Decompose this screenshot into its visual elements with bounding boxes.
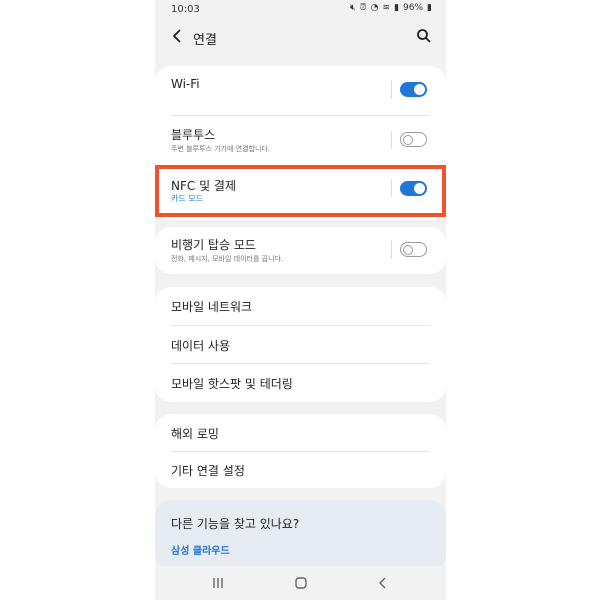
- bluetooth-row[interactable]: 블루투스 주변 블루투스 기기에 연결합니다.: [155, 116, 446, 166]
- network-card: 모바일 네트워크 데이터 사용 모바일 핫스팟 및 테더링: [155, 287, 446, 402]
- status-icons: 🔇︎ ⏰︎ ◔ ≋ ▮ 96% ▮: [350, 3, 432, 13]
- wifi-row[interactable]: Wi-Fi: [155, 66, 446, 114]
- airplane-description: 전화, 메시지, 모바일 데이터를 끕니다.: [171, 255, 284, 263]
- mute-icon: 🔇︎: [349, 3, 356, 13]
- bluetooth-description: 주변 블루투스 기기에 연결합니다.: [171, 145, 271, 153]
- toggle-knob: [403, 134, 413, 145]
- samsung-cloud-link[interactable]: 삼성 클라우드: [171, 542, 230, 557]
- airplane-label: 비행기 탑승 모드: [171, 238, 256, 252]
- search-icon[interactable]: [416, 28, 432, 44]
- divider: [391, 179, 392, 197]
- airplane-card: 비행기 탑승 모드 전화, 메시지, 모바일 데이터를 끕니다.: [155, 227, 446, 274]
- data-usage-label: 데이터 사용: [171, 339, 231, 353]
- page-title: 연결: [193, 33, 217, 48]
- roaming-label: 해외 로밍: [171, 427, 219, 441]
- divider: [391, 131, 392, 149]
- bluetooth-label: 블루투스: [171, 128, 216, 142]
- cell-signal-icon: ▮: [394, 3, 400, 13]
- suggestion-question: 다른 기능을 찾고 있나요?: [171, 517, 300, 531]
- hotspot-row[interactable]: 모바일 핫스팟 및 테더링: [155, 364, 446, 402]
- status-bar: 10:03 🔇︎ ⏰︎ ◔ ≋ ▮ 96% ▮: [155, 0, 446, 18]
- phone-screen: 10:03 🔇︎ ⏰︎ ◔ ≋ ▮ 96% ▮ 연결 Wi-Fi 블루투스 주변…: [155, 0, 446, 600]
- data-usage-row[interactable]: 데이터 사용: [155, 326, 446, 363]
- wifi-label: Wi-Fi: [171, 77, 200, 91]
- other-settings-row[interactable]: 기타 연결 설정: [155, 452, 446, 488]
- lte-icon: ≋: [382, 3, 391, 13]
- toggle-knob: [403, 244, 413, 255]
- toggle-knob: [414, 84, 425, 95]
- bluetooth-toggle[interactable]: [400, 132, 427, 147]
- nfc-toggle[interactable]: [400, 181, 427, 196]
- roaming-row[interactable]: 해외 로밍: [155, 414, 446, 451]
- suggestion-card: 다른 기능을 찾고 있나요? 삼성 클라우드: [155, 500, 446, 570]
- toggle-knob: [414, 183, 425, 194]
- other-settings-label: 기타 연결 설정: [171, 464, 245, 478]
- back-icon[interactable]: [377, 577, 389, 589]
- wifi-signal-icon: ◔: [370, 3, 379, 13]
- nfc-row[interactable]: NFC 및 결제 카드 모드: [155, 167, 446, 219]
- battery-icon: ▮: [427, 3, 432, 13]
- airplane-row[interactable]: 비행기 탑승 모드 전화, 메시지, 모바일 데이터를 끕니다.: [155, 227, 446, 274]
- status-time: 10:03: [171, 4, 200, 15]
- divider: [391, 241, 392, 259]
- back-arrow-icon[interactable]: [169, 27, 187, 45]
- mobile-network-label: 모바일 네트워크: [171, 300, 253, 314]
- battery-percent: 96%: [403, 3, 424, 13]
- nfc-label: NFC 및 결제: [171, 179, 237, 193]
- hotspot-label: 모바일 핫스팟 및 테더링: [171, 377, 293, 391]
- other-card: 해외 로밍 기타 연결 설정: [155, 414, 446, 488]
- alarm-icon: ⏰︎: [359, 3, 367, 13]
- mobile-network-row[interactable]: 모바일 네트워크: [155, 287, 446, 325]
- home-icon[interactable]: [295, 577, 307, 589]
- wifi-toggle[interactable]: [400, 82, 427, 97]
- airplane-toggle[interactable]: [400, 242, 427, 257]
- divider: [391, 81, 392, 99]
- app-bar: 연결: [155, 24, 446, 52]
- navigation-bar: [155, 566, 446, 600]
- recent-apps-icon[interactable]: [212, 577, 224, 589]
- connections-card: Wi-Fi 블루투스 주변 블루투스 기기에 연결합니다. NFC 및 결제 카…: [155, 66, 446, 220]
- nfc-status: 카드 모드: [171, 194, 203, 203]
